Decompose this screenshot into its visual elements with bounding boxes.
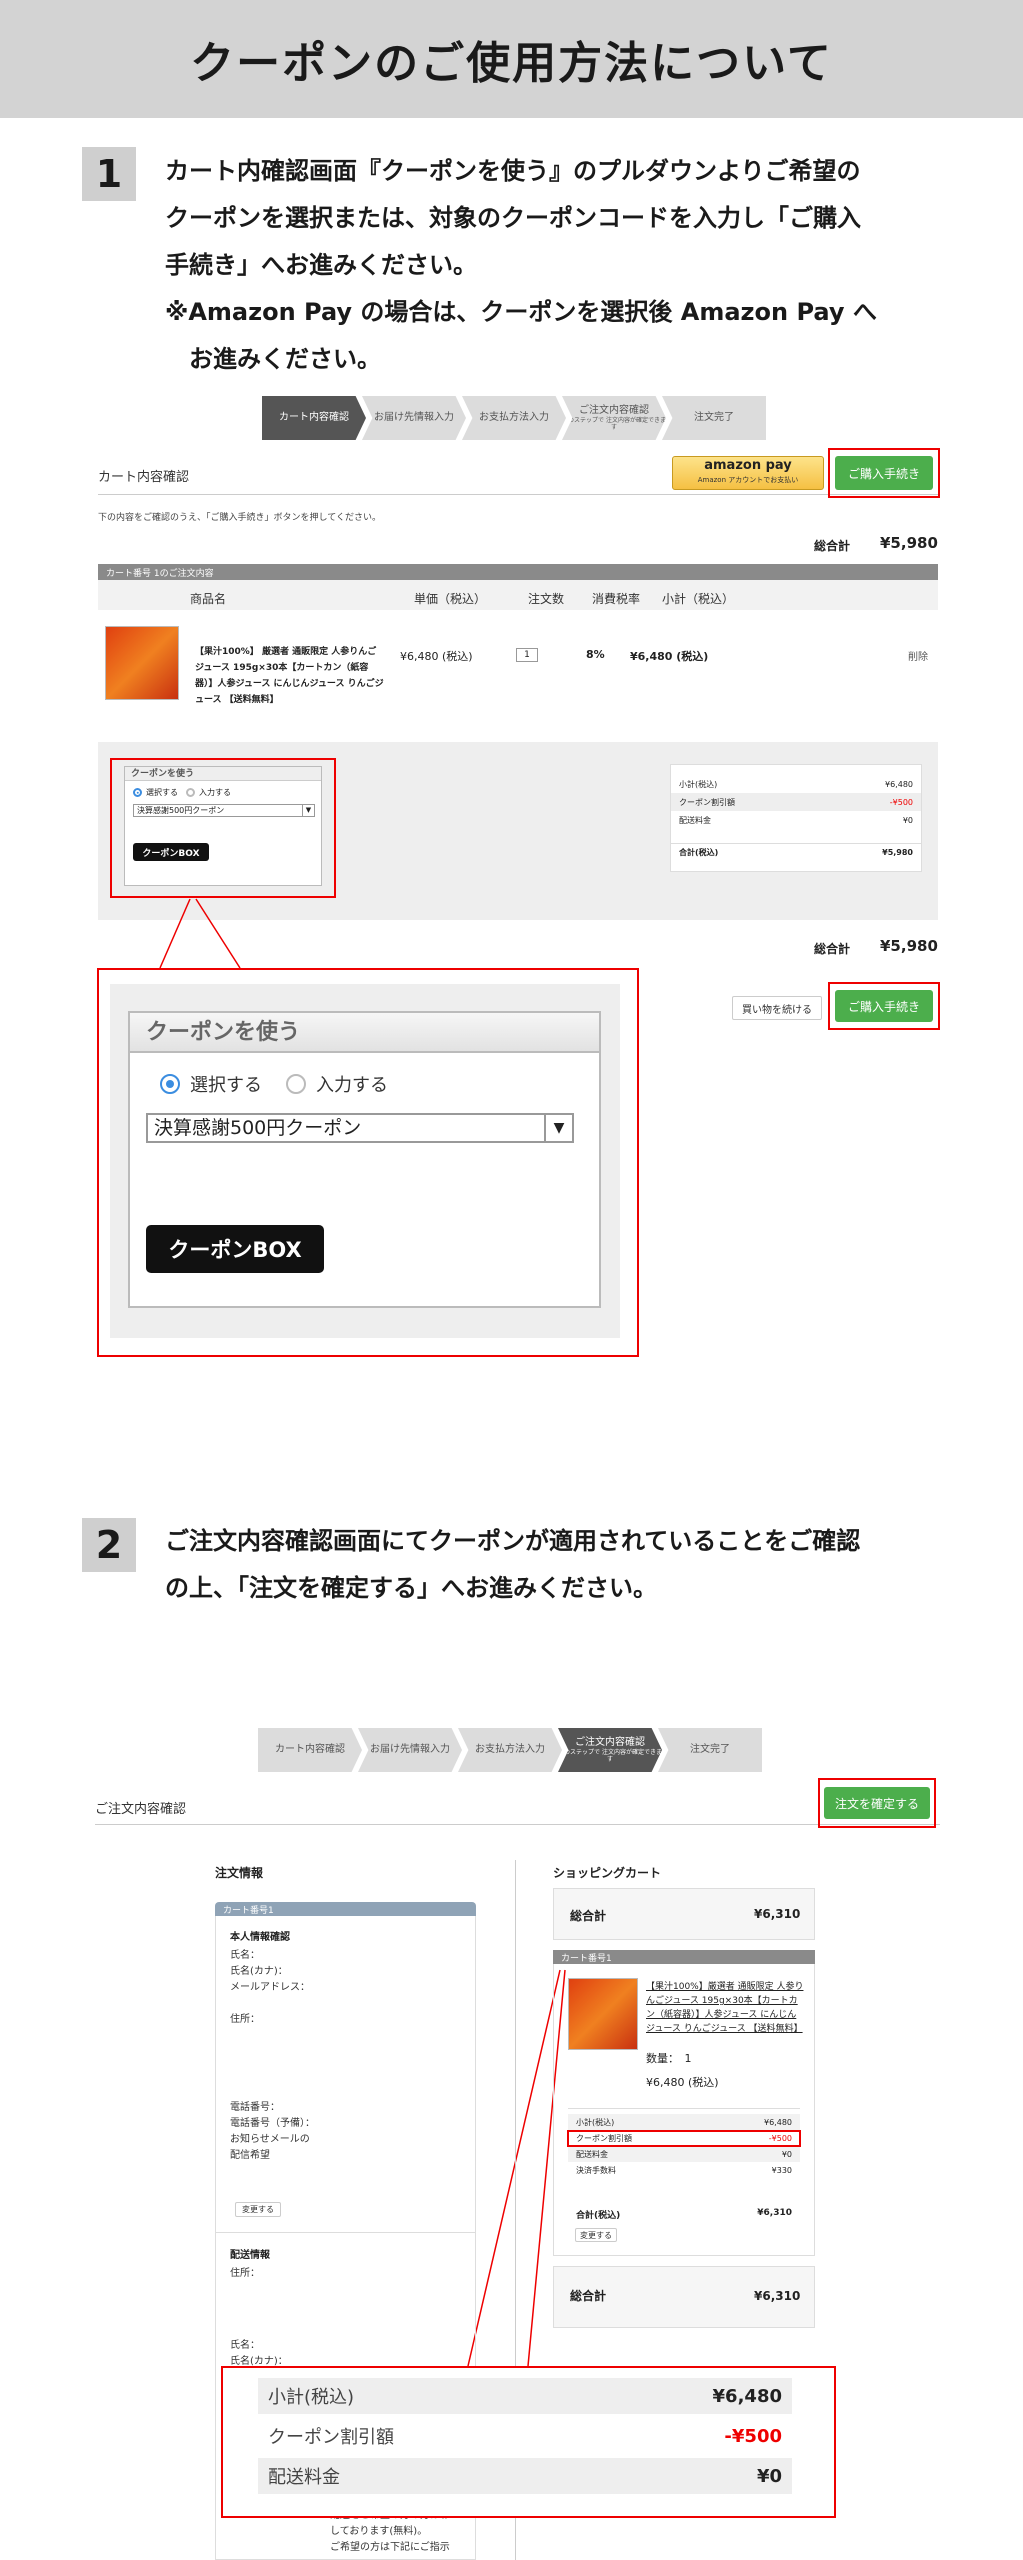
field-label: 電話番号（予備）：: [230, 2118, 315, 2129]
field-label: 配信希望: [230, 2150, 270, 2161]
radio-unselected-icon[interactable]: [286, 1074, 306, 1094]
coupon-select[interactable]: 決算感謝500円クーポン ▼: [146, 1113, 574, 1143]
change-button[interactable]: 変更する: [235, 2202, 281, 2217]
coupon-box-button[interactable]: クーポンBOX: [146, 1225, 324, 1273]
highlight-box: [567, 2130, 801, 2147]
chevron-down-icon: ▼: [544, 1115, 572, 1141]
summary-row: 配送料金 ¥0: [568, 2146, 800, 2162]
field-label: 氏名(カナ)：: [230, 1966, 288, 1977]
total-label: 総合計: [570, 2289, 607, 2303]
divider: [568, 2108, 800, 2109]
summary-row: 決済手数料 ¥330: [576, 2165, 792, 2175]
divider: [216, 2232, 475, 2233]
field-label: お知らせメールの: [230, 2134, 310, 2145]
total-box: 総合計 ¥6,310: [553, 1888, 815, 1940]
personal-info-title: 本人情報確認: [230, 1932, 290, 1943]
product-price: ¥6,480 (税込): [646, 2076, 719, 2089]
product-image: [568, 1978, 638, 2050]
step-2-instructions: ご注文内容確認画面にてクーポンが適用されていることをご確認 の上、「注文を確定す…: [165, 1518, 860, 1612]
divider: [95, 1824, 940, 1825]
field-label: 氏名：: [230, 1950, 260, 1961]
checkout-progress: カート内容確認 お届け先情報入力 お支払方法入力 ご注文内容確認 このステップで …: [258, 1728, 762, 1772]
radio-selected-icon[interactable]: [160, 1074, 180, 1094]
callout-line: [195, 898, 241, 969]
callout-line: [159, 898, 191, 969]
note-line: しております(無料)。: [330, 2526, 428, 2537]
shopping-cart-title: ショッピングカート: [553, 1866, 662, 1880]
personal-fields: 氏名： 氏名(カナ)： メールアドレス： 住所：: [230, 1948, 310, 2028]
progress-step: 注文完了: [658, 1728, 762, 1772]
progress-step: カート内容確認: [258, 1728, 362, 1772]
radio-label: 入力する: [316, 1075, 388, 1096]
total-value: ¥6,310: [754, 1907, 801, 1921]
confirm-title: ご注文内容確認: [95, 1802, 187, 1817]
coupon-title: クーポンを使う: [130, 1013, 599, 1053]
field-label: [230, 1996, 310, 2012]
product-name[interactable]: 【果汁100%】厳選者 通販限定 人参りんごジュース 195g×30本【カートカ…: [646, 1980, 804, 2036]
progress-step: お支払方法入力: [458, 1728, 562, 1772]
field-label: 住所：: [230, 2268, 260, 2279]
cart-number-bar: カート番号1: [215, 1902, 476, 1916]
confirm-order-button[interactable]: 注文を確定する: [824, 1787, 930, 1819]
note-line: ご希望の方は下記にご指示: [330, 2542, 450, 2553]
coupon-select-value: 決算感謝500円クーポン: [154, 1117, 362, 1139]
total-label: 総合計: [570, 1909, 607, 1923]
field-label: 氏名：: [230, 2340, 260, 2351]
field-label: メールアドレス：: [230, 1982, 310, 1993]
summary-row: 小計(税込) ¥6,480: [568, 2114, 800, 2130]
field-label: 電話番号：: [230, 2102, 280, 2113]
cart-number-bar: カート番号1: [553, 1950, 815, 1964]
step-2-line: ご注文内容確認画面にてクーポンが適用されていることをご確認: [165, 1527, 861, 1555]
coupon-panel-zoomed: クーポンを使う 選択する 入力する 決算感謝500円クーポン ▼ クーポンBOX: [128, 1011, 601, 1308]
order-info-title: 注文情報: [215, 1866, 264, 1880]
contact-fields: 電話番号： 電話番号（予備）： お知らせメールの 配信希望: [230, 2100, 315, 2164]
summary-row: クーポン割引額 -¥500: [268, 2425, 782, 2449]
field-label: 住所：: [230, 2014, 260, 2025]
radio-label: 選択する: [190, 1075, 262, 1096]
progress-step: ご注文内容確認 このステップで 注文内容が確定できます: [558, 1728, 662, 1772]
change-button[interactable]: 変更する: [575, 2228, 617, 2242]
total-value: ¥6,310: [754, 2289, 801, 2303]
delivery-info-title: 配送情報: [230, 2250, 270, 2261]
summary-row: 配送料金 ¥0: [258, 2458, 792, 2494]
quantity: 数量： 1: [646, 2052, 692, 2065]
step-2-number: 2: [82, 1518, 136, 1572]
summary-total-row: 合計(税込) ¥6,310: [576, 2208, 792, 2221]
total-box: 総合計 ¥6,310: [553, 2266, 815, 2328]
summary-zoomed: 小計(税込) ¥6,480 クーポン割引額 -¥500 配送料金 ¥0: [258, 2378, 792, 2494]
summary-row: 小計(税込) ¥6,480: [258, 2378, 792, 2414]
step-2-line: の上、「注文を確定する」へお進みください。: [165, 1574, 657, 1602]
progress-step: お届け先情報入力: [358, 1728, 462, 1772]
